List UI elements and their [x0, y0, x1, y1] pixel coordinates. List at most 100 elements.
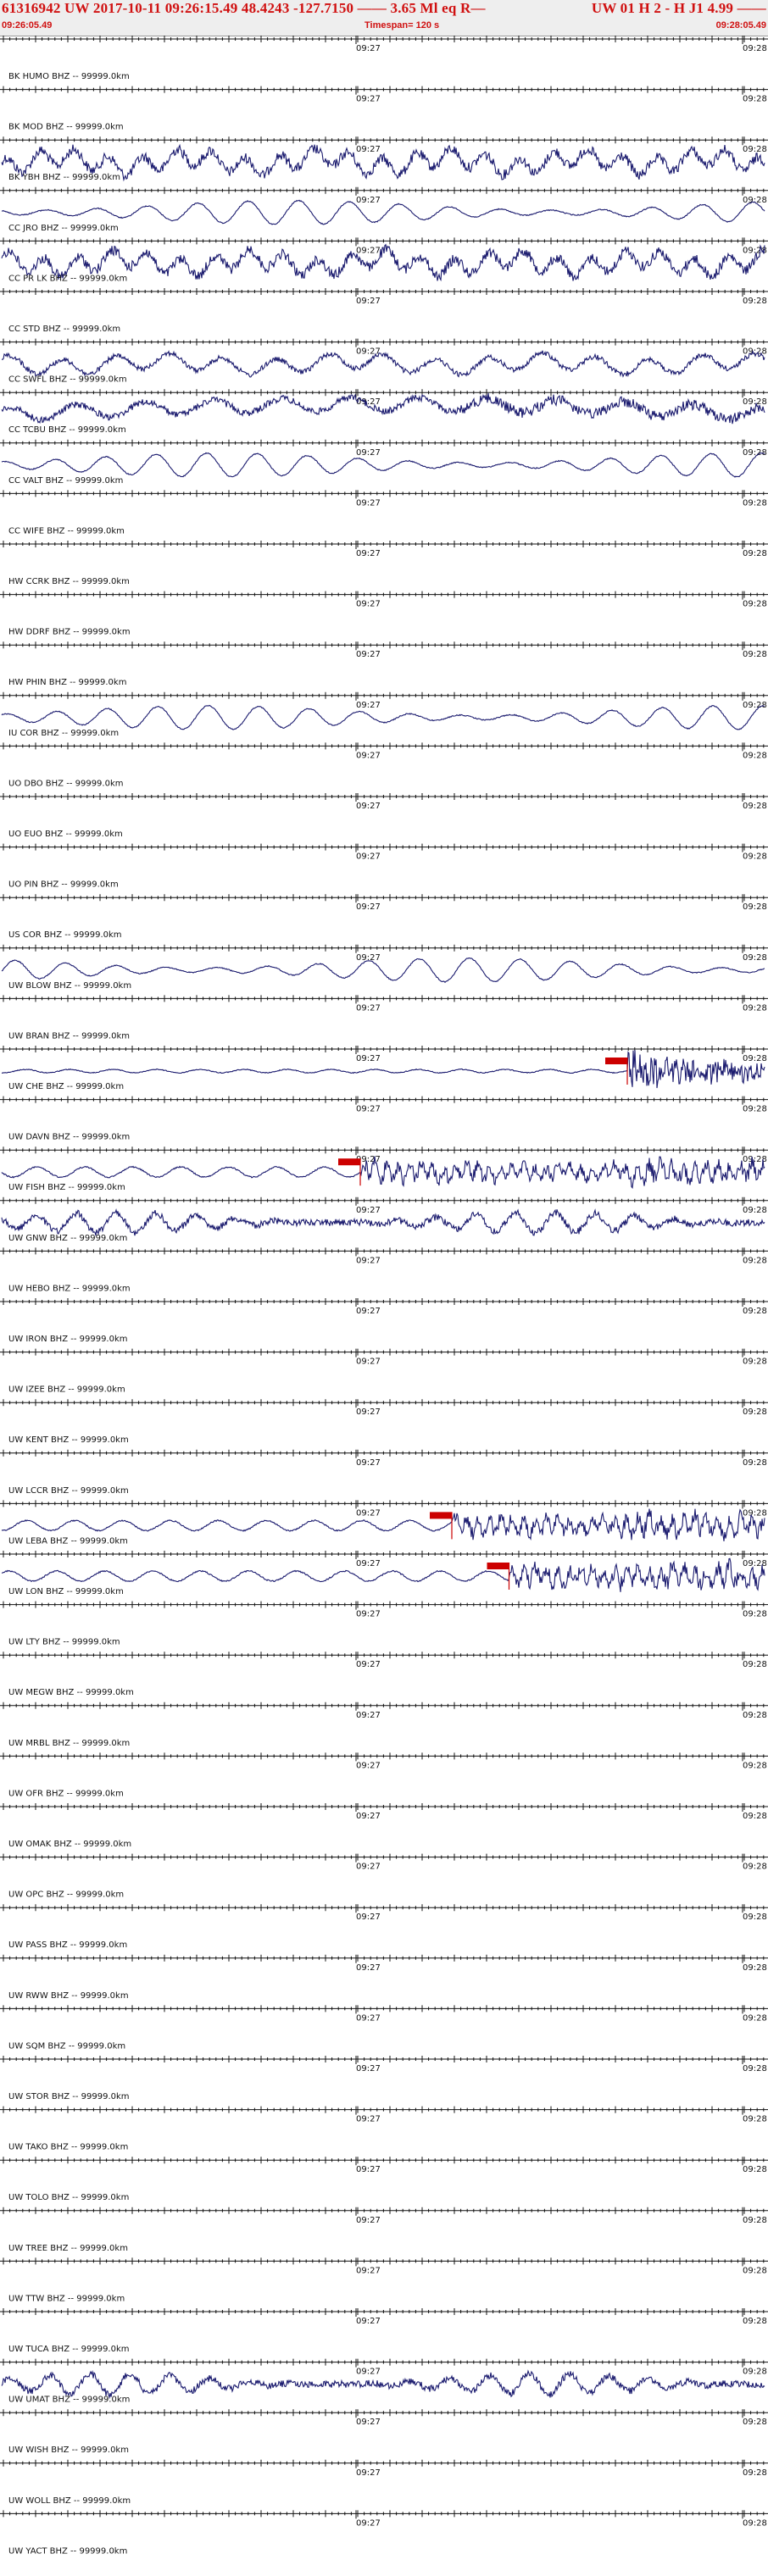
seismic-trace [1, 452, 765, 478]
time-label-end: 09:28 [743, 1105, 767, 1114]
time-label-end: 09:28 [743, 1003, 767, 1013]
channel-label: UW CHE BHZ -- 99999.0km [8, 1082, 124, 1091]
channel-label: UW KENT BHZ -- 99999.0km [8, 1435, 129, 1445]
time-label-end: 09:28 [743, 2368, 767, 2377]
time-label-end: 09:28 [743, 1559, 767, 1568]
channel-label: UO PIN BHZ -- 99999.0km [8, 880, 119, 890]
time-label-end: 09:28 [743, 2013, 767, 2023]
channel-label: UW IRON BHZ -- 99999.0km [8, 1335, 128, 1344]
time-label-mid: 09:27 [356, 549, 381, 558]
channel-label: UW IZEE BHZ -- 99999.0km [8, 1385, 125, 1395]
channel-label: UO EUO BHZ -- 99999.0km [8, 830, 123, 839]
channel-label: UW STOR BHZ -- 99999.0km [8, 2092, 130, 2101]
time-label-end: 09:28 [743, 2216, 767, 2225]
channel-label: UW LTY BHZ -- 99999.0km [8, 1638, 120, 1647]
channel-label: HW DDRF BHZ -- 99999.0km [8, 628, 131, 637]
time-label-mid: 09:27 [356, 2216, 381, 2225]
time-label-end: 09:28 [743, 2518, 767, 2528]
time-label-mid: 09:27 [356, 44, 381, 53]
time-label-end: 09:28 [743, 498, 767, 508]
channel-label: CC WIFE BHZ -- 99999.0km [8, 526, 125, 536]
channel-label: UW BLOW BHZ -- 99999.0km [8, 981, 131, 991]
time-label-mid: 09:27 [356, 1003, 381, 1013]
channel-label: UW MEGW BHZ -- 99999.0km [8, 1688, 134, 1697]
channel-label: CC STD BHZ -- 99999.0km [8, 325, 120, 334]
time-label-end: 09:28 [743, 549, 767, 558]
time-label-mid: 09:27 [356, 751, 381, 760]
time-label-end: 09:28 [743, 397, 767, 407]
timespan: Timespan= 120 s [365, 20, 440, 31]
time-label-end: 09:28 [743, 196, 767, 205]
time-label-mid: 09:27 [356, 1660, 381, 1669]
time-label-mid: 09:27 [356, 1812, 381, 1821]
time-label-mid: 09:27 [356, 2468, 381, 2478]
event-header: 61316942 UW 2017-10-11 09:26:15.49 48.42… [0, 0, 768, 36]
channel-label: UW UMAT BHZ -- 99999.0km [8, 2396, 130, 2405]
time-label-mid: 09:27 [356, 1105, 381, 1114]
time-label-mid: 09:27 [356, 852, 381, 862]
phase-pick-flag[interactable] [338, 1158, 360, 1166]
time-label-end: 09:28 [743, 95, 767, 104]
time-label-end: 09:28 [743, 2115, 767, 2124]
time-label-mid: 09:27 [356, 448, 381, 458]
seismic-trace [1, 350, 765, 378]
seismic-trace [1, 1208, 765, 1236]
pick-summary: UW 01 H 2 - H J1 4.99 —— [591, 0, 766, 16]
channel-label: BK HUMO BHZ -- 99999.0km [8, 72, 130, 81]
time-label-end: 09:28 [743, 802, 767, 811]
time-label-end: 09:28 [743, 2418, 767, 2427]
time-label-end: 09:28 [743, 2468, 767, 2478]
channel-label: HW PHIN BHZ -- 99999.0km [8, 678, 126, 687]
time-label-mid: 09:27 [356, 650, 381, 659]
channel-label: UW DAVN BHZ -- 99999.0km [8, 1133, 130, 1142]
time-label-end: 09:28 [743, 650, 767, 659]
channel-label: UW GNW BHZ -- 99999.0km [8, 1234, 127, 1243]
channel-label: UW TOLO BHZ -- 99999.0km [8, 2193, 129, 2202]
time-label-end: 09:28 [743, 1913, 767, 1922]
channel-label: UO DBO BHZ -- 99999.0km [8, 779, 124, 788]
time-label-mid: 09:27 [356, 1711, 381, 1720]
time-label-mid: 09:27 [356, 1054, 381, 1063]
time-label-mid: 09:27 [356, 2165, 381, 2174]
time-label-end: 09:28 [743, 1660, 767, 1669]
time-label-mid: 09:27 [356, 347, 381, 357]
channel-label: UW FISH BHZ -- 99999.0km [8, 1183, 125, 1192]
channel-label: CC VALT BHZ -- 99999.0km [8, 476, 123, 486]
time-label-end: 09:28 [743, 1458, 767, 1468]
channel-label: BK YBH BHZ -- 99999.0km [8, 173, 120, 182]
time-label-mid: 09:27 [356, 2013, 381, 2023]
channel-label: UW PASS BHZ -- 99999.0km [8, 1940, 127, 1950]
seismic-trace [1, 704, 765, 730]
time-label-mid: 09:27 [356, 1206, 381, 1215]
time-label-end: 09:28 [743, 448, 767, 458]
time-label-mid: 09:27 [356, 1407, 381, 1417]
channel-label: UW BRAN BHZ -- 99999.0km [8, 1031, 130, 1041]
time-label-mid: 09:27 [356, 1610, 381, 1619]
channel-label: UW RWW BHZ -- 99999.0km [8, 1991, 129, 2001]
time-label-mid: 09:27 [356, 95, 381, 104]
time-label-mid: 09:27 [356, 902, 381, 912]
seismogram-panel: 09:27 09:28 BK HUMO BHZ -- 99999.0km 09:27 0… [0, 36, 768, 2556]
channel-label: CC SWFL BHZ -- 99999.0km [8, 375, 127, 385]
time-label-end: 09:28 [743, 1711, 767, 1720]
time-label-mid: 09:27 [356, 2266, 381, 2275]
channel-label: UW WISH BHZ -- 99999.0km [8, 2446, 129, 2455]
phase-pick-flag[interactable] [487, 1563, 509, 1569]
phase-pick-flag[interactable] [605, 1058, 627, 1064]
seismic-trace [1, 199, 765, 225]
seismic-trace [1, 392, 765, 425]
time-label-mid: 09:27 [356, 498, 381, 508]
channel-label: UW TAKO BHZ -- 99999.0km [8, 2143, 128, 2152]
time-label-mid: 09:27 [356, 2064, 381, 2074]
time-label-mid: 09:27 [356, 1761, 381, 1770]
start-time: 09:26:05.49 [2, 20, 53, 31]
channel-label: HW CCRK BHZ -- 99999.0km [8, 577, 130, 586]
phase-pick-flag[interactable] [430, 1512, 452, 1519]
time-label-end: 09:28 [743, 2165, 767, 2174]
channel-label: UW TREE BHZ -- 99999.0km [8, 2244, 128, 2253]
seismic-trace [1, 958, 765, 983]
time-label-end: 09:28 [743, 751, 767, 760]
time-label-end: 09:28 [743, 1761, 767, 1770]
channel-label: CC PR LK BHZ -- 99999.0km [8, 274, 127, 283]
channel-label: UW OFR BHZ -- 99999.0km [8, 1789, 124, 1798]
